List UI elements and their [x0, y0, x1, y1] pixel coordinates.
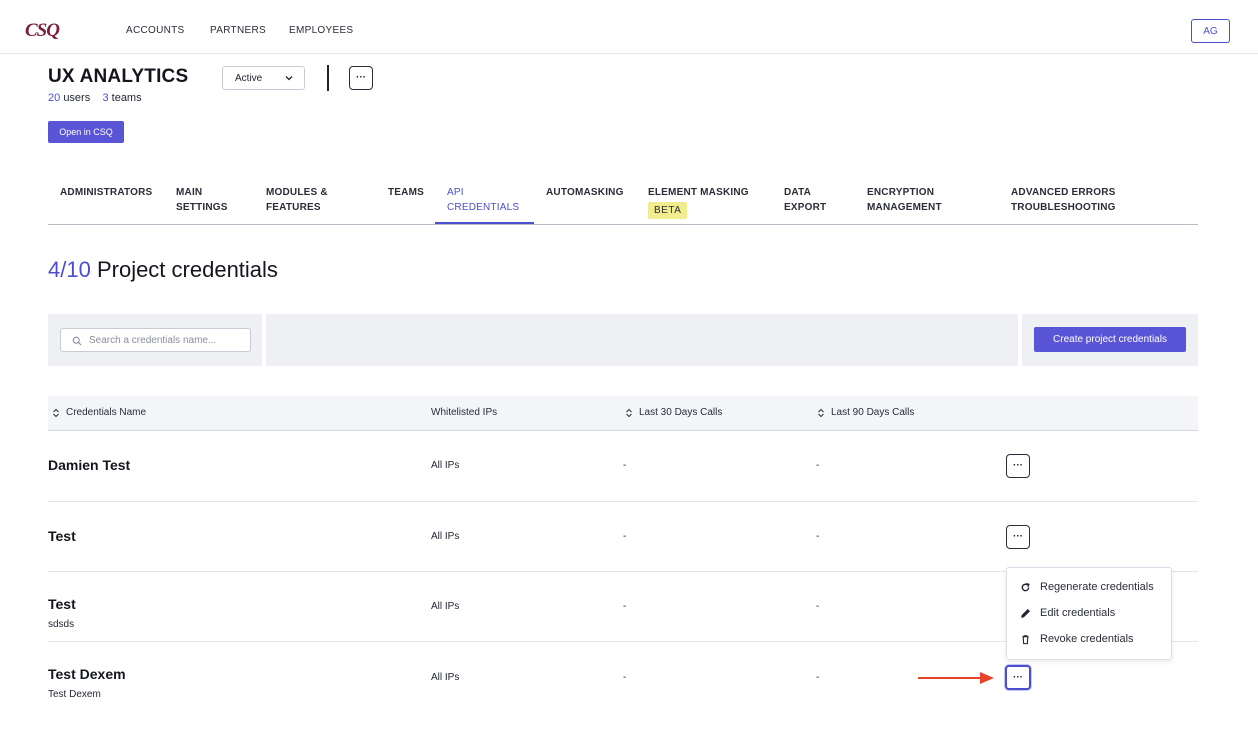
- whitelisted-ips-value: All IPs: [431, 672, 460, 683]
- top-navigation: CSQ ACCOUNTS PARTNERS EMPLOYEES AG: [0, 0, 1258, 54]
- menu-item-revoke[interactable]: Revoke credentials: [1020, 633, 1134, 645]
- teams-label: teams: [111, 92, 142, 104]
- whitelisted-ips-value: All IPs: [431, 460, 460, 471]
- pencil-icon: [1021, 608, 1030, 618]
- credential-name: Test Dexem: [48, 666, 126, 682]
- row-divider: [48, 501, 1198, 502]
- calls-30-value: -: [623, 460, 627, 471]
- calls-90-value: -: [816, 601, 820, 612]
- status-dropdown[interactable]: Active: [222, 66, 305, 90]
- status-value: Active: [235, 72, 263, 84]
- project-counts: 20 users 3 teams: [48, 92, 142, 104]
- users-count[interactable]: 20: [48, 92, 60, 104]
- section-title: 4/10 Project credentials: [48, 257, 278, 283]
- search-input[interactable]: [89, 333, 244, 348]
- tab-main-settings[interactable]: MAIN SETTINGS: [176, 185, 228, 215]
- credential-description: Test Dexem: [48, 689, 101, 700]
- csq-logo[interactable]: CSQ: [25, 20, 60, 42]
- tab-automasking[interactable]: AUTOMASKING: [546, 185, 624, 200]
- trash-icon: [1022, 634, 1029, 644]
- whitelisted-ips-value: All IPs: [431, 601, 460, 612]
- table-header: Credentials Name Whitelisted IPs Last 30…: [48, 396, 1198, 431]
- header-divider: [327, 65, 329, 91]
- menu-item-regenerate[interactable]: Regenerate credentials: [1020, 581, 1154, 593]
- calls-90-value: -: [816, 460, 820, 471]
- active-tab-indicator: [435, 222, 534, 224]
- tab-advanced-errors[interactable]: ADVANCED ERRORS TROUBLESHOOTING: [1011, 185, 1116, 215]
- column-credentials-name[interactable]: Credentials Name: [52, 407, 146, 418]
- tab-data-export[interactable]: DATA EXPORT: [784, 185, 826, 215]
- refresh-icon: [1021, 582, 1030, 591]
- menu-item-edit[interactable]: Edit credentials: [1020, 607, 1115, 619]
- create-credentials-button[interactable]: Create project credentials: [1034, 327, 1186, 352]
- search-box[interactable]: [60, 328, 251, 352]
- calls-90-value: -: [816, 672, 820, 683]
- section-title-text: Project credentials: [96, 257, 278, 282]
- annotation-arrow-icon: [918, 672, 994, 684]
- credential-name: Damien Test: [48, 457, 131, 473]
- row-more-button-focused[interactable]: ···: [1005, 665, 1031, 690]
- calls-30-value: -: [623, 601, 627, 612]
- tab-element-masking[interactable]: ELEMENT MASKING BETA: [648, 185, 749, 219]
- calls-90-value: -: [816, 531, 820, 542]
- settings-tabs: ADMINISTRATORS MAIN SETTINGS MODULES & F…: [48, 185, 1198, 225]
- tab-encryption-management[interactable]: ENCRYPTION MANAGEMENT: [867, 185, 942, 215]
- chevron-down-icon: [285, 76, 293, 81]
- nav-link-accounts[interactable]: ACCOUNTS: [126, 25, 185, 36]
- user-avatar[interactable]: AG: [1191, 19, 1230, 43]
- users-label: users: [63, 92, 91, 104]
- tab-api-credentials[interactable]: API CREDENTIALS: [447, 185, 519, 215]
- project-more-button[interactable]: ···: [349, 66, 373, 90]
- tab-administrators[interactable]: ADMINISTRATORS: [60, 185, 152, 200]
- column-whitelisted-ips: Whitelisted IPs: [431, 407, 498, 418]
- teams-count[interactable]: 3: [102, 92, 108, 104]
- column-last-90-days[interactable]: Last 90 Days Calls: [817, 407, 914, 418]
- sort-icon: [53, 408, 59, 417]
- calls-30-value: -: [623, 672, 627, 683]
- credentials-action-menu: Regenerate credentials Edit credentials …: [1006, 567, 1172, 660]
- row-more-button[interactable]: ···: [1006, 525, 1030, 549]
- credential-name: Test: [48, 596, 76, 612]
- sort-icon: [818, 408, 824, 417]
- tab-modules-features[interactable]: MODULES & FEATURES: [266, 185, 328, 215]
- beta-badge: BETA: [648, 202, 688, 219]
- row-more-button[interactable]: ···: [1006, 454, 1030, 478]
- search-icon: [72, 336, 82, 346]
- credential-name: Test: [48, 528, 76, 544]
- credential-description: sdsds: [48, 619, 75, 630]
- column-last-30-days[interactable]: Last 30 Days Calls: [625, 407, 722, 418]
- toolbar-middle-area: [266, 314, 1018, 366]
- nav-link-employees[interactable]: EMPLOYEES: [289, 25, 353, 36]
- tab-teams[interactable]: TEAMS: [388, 185, 424, 200]
- open-in-csq-button[interactable]: Open in CSQ: [48, 121, 124, 143]
- page-title: UX ANALYTICS: [48, 66, 189, 87]
- whitelisted-ips-value: All IPs: [431, 531, 460, 542]
- credentials-count: 4/10: [48, 257, 91, 282]
- calls-30-value: -: [623, 531, 627, 542]
- sort-icon: [626, 408, 632, 417]
- nav-link-partners[interactable]: PARTNERS: [210, 25, 266, 36]
